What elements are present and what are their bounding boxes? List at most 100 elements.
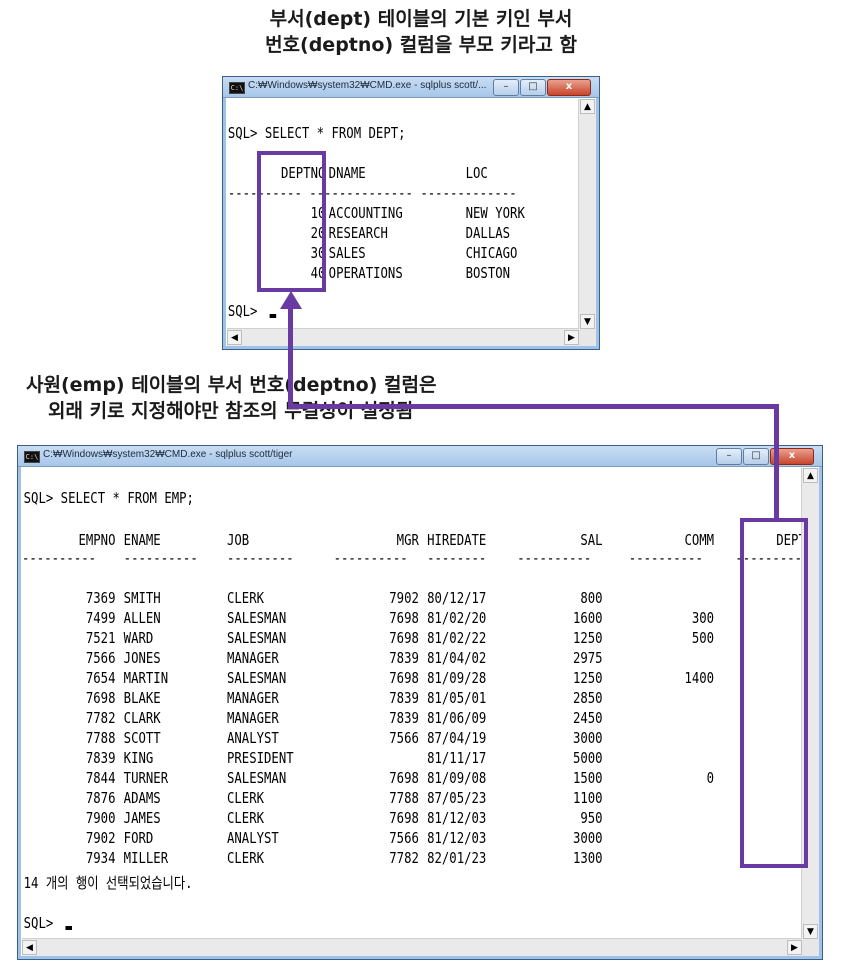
dept-window-titlebar[interactable]: C:\ C:₩Windows₩system32₩CMD.exe - sqlplu… [223, 77, 599, 98]
emp-command: SQL> SELECT * FROM EMP; [23, 489, 194, 507]
emp-cell-job: CLERK [227, 809, 265, 827]
emp-table-row: 7566JONESMANAGER783981/04/02297520 [22, 648, 662, 668]
emp-table-row: 7902FORDANALYST756681/12/03300020 [22, 828, 662, 848]
emp-cell-sal: 1250 [572, 629, 603, 647]
emp-table-row: 7521WARDSALESMAN769881/02/22125050030 [22, 628, 714, 648]
emp-cell-hiredate: 81/09/28 [427, 669, 487, 687]
emp-header-job: JOB [227, 531, 250, 549]
resize-grip-icon[interactable] [579, 329, 596, 346]
emp-cell-ename: TURNER [123, 769, 169, 787]
emp-cell-job: CLERK [227, 589, 265, 607]
scroll-up-arrow-icon[interactable]: ▲ [580, 99, 595, 114]
emp-cell-sal: 3000 [572, 729, 603, 747]
emp-cell-sal: 1300 [572, 849, 603, 867]
connector-vertical-left [288, 308, 293, 409]
maximize-button[interactable]: □ [743, 448, 769, 465]
emp-dash-ename: ---------- [123, 549, 198, 567]
scroll-left-arrow-icon[interactable]: ◀ [227, 330, 242, 345]
emp-cell-sal: 1250 [572, 669, 603, 687]
emp-cell-job: MANAGER [227, 649, 279, 667]
bottom-caption-line2: 외래 키로 지정해야만 참조의 무결성이 설정됨 [48, 400, 414, 422]
emp-cell-mgr: 7698 [389, 769, 419, 787]
emp-cell-empno: 7782 [85, 709, 116, 727]
emp-table-row: 7876ADAMSCLERK778887/05/23110020 [22, 788, 662, 808]
emp-cell-mgr: 7788 [389, 789, 419, 807]
emp-cell-ename: CLARK [123, 709, 161, 727]
emp-command-line: SQL> SELECT * FROM EMP; [22, 488, 662, 508]
emp-cell-sal: 2975 [572, 649, 603, 667]
emp-cell-job: CLERK [227, 849, 265, 867]
connector-vertical-right [774, 404, 779, 520]
emp-cell-deptno: 30 [735, 628, 802, 648]
emp-dash-mgr: ---------- [333, 549, 408, 567]
emp-cell-ename: JONES [123, 649, 161, 667]
emp-cell-mgr: 7698 [389, 609, 419, 627]
emp-dash-row: ---------- ---------- --------- ---------- -… [22, 548, 802, 568]
emp-cell-empno: 7934 [85, 849, 116, 867]
maximize-button[interactable]: □ [520, 79, 546, 96]
emp-cell-hiredate: 81/06/09 [427, 709, 487, 727]
emp-table-row: 7934MILLERCLERK778282/01/23130010 [22, 848, 662, 868]
emp-cell-sal: 800 [580, 589, 603, 607]
dept-command: SQL> SELECT * FROM DEPT; [227, 124, 406, 142]
minimize-button[interactable]: – [493, 79, 519, 96]
dept-table-row: 40 OPERATIONS BOSTON [227, 263, 516, 283]
dept-cell-deptno: 20 [310, 224, 326, 242]
emp-cell-mgr: 7782 [389, 849, 419, 867]
emp-cell-deptno: 30 [735, 608, 802, 628]
emp-cell-deptno: 20 [735, 828, 802, 848]
top-caption-line1: 부서(dept) 테이블의 기본 키인 부서 [269, 8, 573, 30]
emp-window-titlebar[interactable]: C:\ C:₩Windows₩system32₩CMD.exe - sqlplu… [18, 446, 822, 467]
emp-cell-mgr: 7566 [389, 729, 419, 747]
dept-cell-dname: ACCOUNTING [328, 204, 403, 222]
emp-cell-mgr: 7698 [389, 809, 419, 827]
close-button[interactable]: x [547, 79, 591, 96]
scroll-right-arrow-icon[interactable]: ▶ [787, 940, 802, 955]
emp-cell-sal: 1100 [572, 789, 603, 807]
scroll-left-arrow-icon[interactable]: ◀ [22, 940, 37, 955]
emp-cell-deptno: 20 [735, 788, 802, 808]
dept-vertical-scrollbar[interactable]: ▲ ▼ [578, 99, 596, 329]
emp-header-deptno: DEPTNO [776, 531, 802, 549]
dept-header-loc: LOC [465, 164, 488, 182]
emp-cell-hiredate: 81/09/08 [427, 769, 487, 787]
emp-table-row: 7788SCOTTANALYST756687/04/19300020 [22, 728, 662, 748]
emp-window-title: C:₩Windows₩system32₩CMD.exe - sqlplus sc… [43, 449, 293, 460]
top-caption: 부서(dept) 테이블의 기본 키인 부서 번호(deptno) 컬럼을 부모… [0, 6, 842, 58]
dept-console-window[interactable]: C:\ C:₩Windows₩system32₩CMD.exe - sqlplu… [222, 76, 600, 350]
emp-cell-hiredate: 81/12/03 [427, 809, 487, 827]
emp-prompt-line[interactable]: SQL> [22, 913, 662, 933]
scroll-up-arrow-icon[interactable]: ▲ [803, 468, 818, 483]
emp-cell-empno: 7788 [85, 729, 116, 747]
emp-console-window[interactable]: C:\ C:₩Windows₩system32₩CMD.exe - sqlplu… [17, 445, 823, 960]
emp-vertical-scrollbar[interactable]: ▲ ▼ [801, 468, 819, 939]
emp-cell-ename: FORD [123, 829, 154, 847]
scroll-down-arrow-icon[interactable]: ▼ [803, 924, 818, 939]
emp-cell-job: MANAGER [227, 689, 279, 707]
emp-cell-hiredate: 81/04/02 [427, 649, 487, 667]
dept-cell-dname: RESEARCH [328, 224, 388, 242]
emp-cell-sal: 2450 [572, 709, 603, 727]
dept-cell-deptno: 10 [310, 204, 326, 222]
emp-table-row: 7654MARTINSALESMAN769881/09/281250140030 [22, 668, 714, 688]
emp-cell-sal: 2850 [572, 689, 603, 707]
dept-header-deptno: DEPTNO [280, 164, 326, 182]
dept-horizontal-scrollbar[interactable]: ◀ ▶ [227, 328, 579, 346]
dept-table-row: 10 ACCOUNTING NEW YORK [227, 203, 525, 223]
dept-cell-loc: BOSTON [465, 264, 511, 282]
emp-table-row: 7369SMITHCLERK790280/12/1780020 [22, 588, 662, 608]
emp-cell-ename: MILLER [123, 849, 169, 867]
bottom-caption: 사원(emp) 테이블의 부서 번호(deptno) 컬럼은 외래 키로 지정해… [26, 372, 436, 424]
scroll-right-arrow-icon[interactable]: ▶ [564, 330, 579, 345]
emp-horizontal-scrollbar[interactable]: ◀ ▶ [22, 938, 802, 956]
emp-cell-hiredate: 81/02/20 [427, 609, 487, 627]
minimize-button[interactable]: – [716, 448, 742, 465]
emp-console-output[interactable]: SQL> SELECT * FROM EMP; EMPNO ENAME JOB MGR… [22, 468, 802, 939]
emp-cell-ename: WARD [123, 629, 154, 647]
scroll-down-arrow-icon[interactable]: ▼ [580, 314, 595, 329]
resize-grip-icon[interactable] [802, 939, 819, 956]
dept-prompt-line[interactable]: SQL> [227, 301, 516, 321]
emp-cell-empno: 7902 [85, 829, 116, 847]
emp-cell-job: ANALYST [227, 729, 279, 747]
emp-cell-mgr: 7839 [389, 649, 419, 667]
